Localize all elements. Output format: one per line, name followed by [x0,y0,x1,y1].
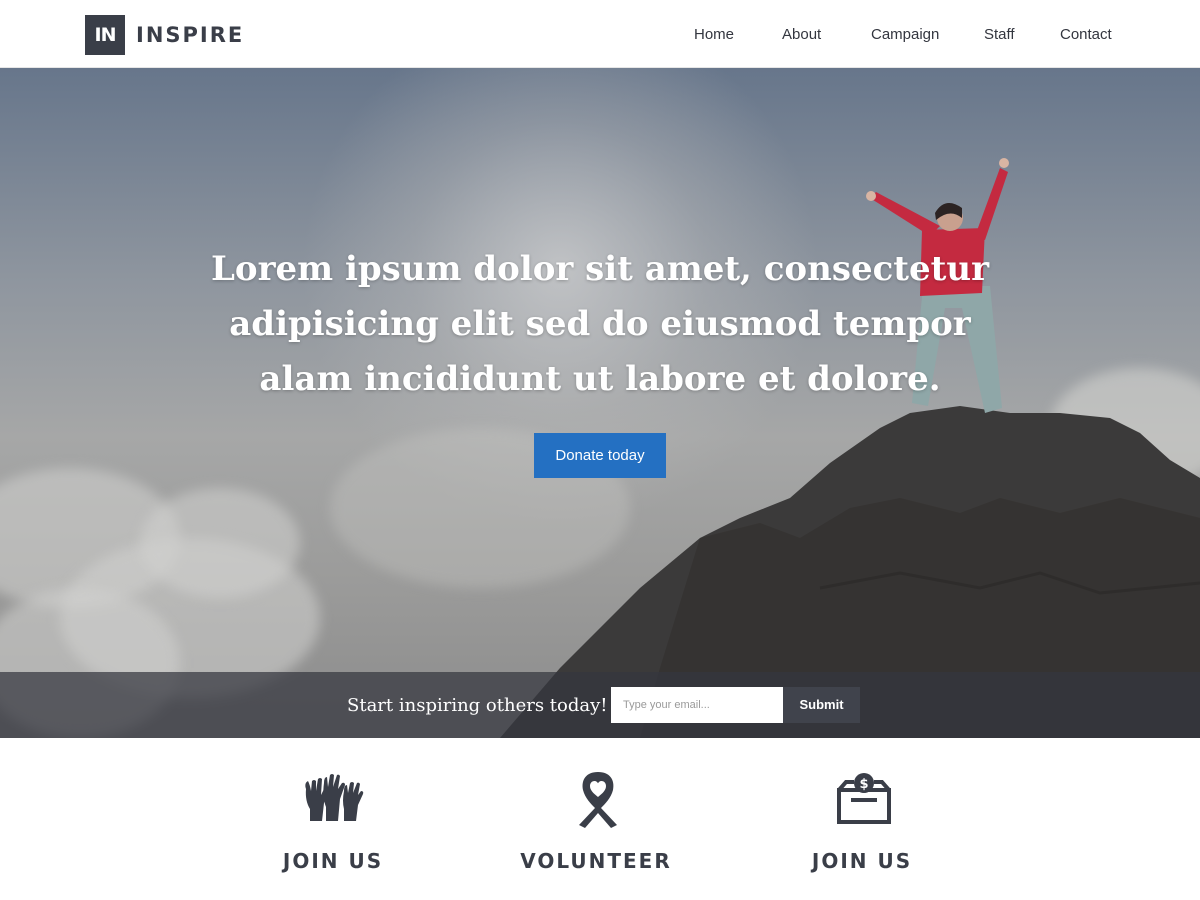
email-field[interactable] [611,687,783,723]
hero-title: Lorem ipsum dolor sit amet, consectetur … [211,249,989,399]
signup-strip: Start inspiring others today! Submit [0,672,1200,738]
feature-label-join-us: JOIN US [282,849,384,873]
nav-contact[interactable]: Contact [1060,25,1112,45]
hero-section: Lorem ipsum dolor sit amet, consectetur … [0,68,1200,738]
logo-mark[interactable]: IN [85,15,125,55]
nav-about[interactable]: About [782,25,821,45]
nav-staff[interactable]: Staff [984,25,1015,45]
nav-campaign[interactable]: Campaign [871,25,939,45]
nav-home[interactable]: Home [694,25,734,45]
feature-label-join-us-2: JOIN US [811,849,913,873]
site-header: IN INSPIRE Home About Campaign Staff Con… [0,0,1200,68]
raised-hands-icon[interactable] [302,771,364,825]
submit-button[interactable]: Submit [783,687,860,723]
ribbon-heart-icon[interactable] [575,770,621,828]
donation-box-icon[interactable]: $ [836,772,892,826]
donate-button[interactable]: Donate today [534,433,666,478]
logo-text[interactable]: INSPIRE [136,22,244,48]
signup-label: Start inspiring others today! [347,695,608,716]
svg-text:$: $ [859,777,868,792]
feature-label-volunteer: VOLUNTEER [520,849,672,873]
